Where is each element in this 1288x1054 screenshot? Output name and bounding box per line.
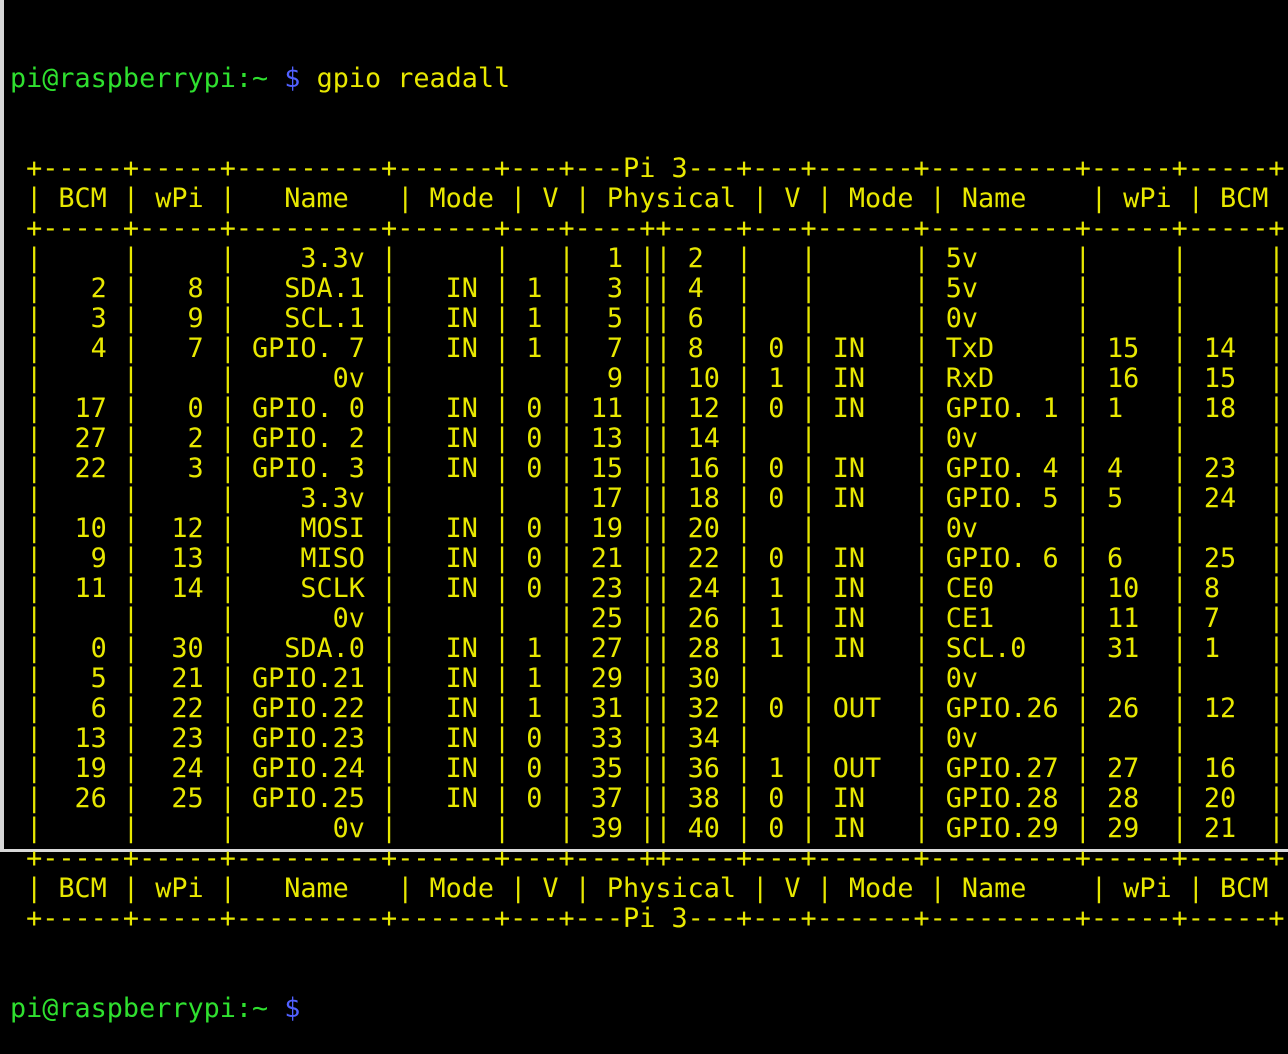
table-row: | 26 | 25 | GPIO.25 | IN | 0 | 37 || 38 … — [10, 783, 1285, 814]
table-row: | 17 | 0 | GPIO. 0 | IN | 0 | 11 || 12 |… — [10, 393, 1285, 424]
table-row: | 5 | 21 | GPIO.21 | IN | 1 | 29 || 30 |… — [10, 663, 1285, 694]
table-separator: +-----+-----+---------+------+---+----++… — [10, 843, 1285, 874]
current-prompt-line[interactable]: pi@raspberrypi:~ $ — [10, 994, 1288, 1024]
prompt-user-host: pi@raspberrypi — [10, 63, 236, 94]
table-separator: +-----+-----+---------+------+---+----++… — [10, 213, 1285, 244]
table-row: | 6 | 22 | GPIO.22 | IN | 1 | 31 || 32 |… — [10, 693, 1285, 724]
table-footer-header: | BCM | wPi | Name | Mode | V | Physical… — [10, 873, 1288, 904]
prompt-symbol: $ — [284, 63, 301, 94]
table-row: | 0 | 30 | SDA.0 | IN | 1 | 27 || 28 | 1… — [10, 633, 1285, 664]
command-prompt-line: pi@raspberrypi:~ $ gpio readall — [10, 64, 1288, 94]
table-border-bottom: +-----+-----+---------+------+---+---Pi … — [10, 903, 1285, 934]
table-header: | BCM | wPi | Name | Mode | V | Physical… — [10, 183, 1288, 214]
terminal-output[interactable]: pi@raspberrypi:~ $ gpio readall +-----+-… — [10, 4, 1288, 1054]
command-text: gpio readall — [316, 63, 511, 94]
table-row: | 2 | 8 | SDA.1 | IN | 1 | 3 || 4 | | | … — [10, 273, 1285, 304]
table-row: | 3 | 9 | SCL.1 | IN | 1 | 5 || 6 | | | … — [10, 303, 1285, 334]
table-row: | | | 3.3v | | | 1 || 2 | | | 5v | | | — [10, 243, 1285, 274]
table-row: | 13 | 23 | GPIO.23 | IN | 0 | 33 || 34 … — [10, 723, 1285, 754]
prompt-user-host: pi@raspberrypi — [10, 993, 236, 1024]
table-row: | | | 0v | | | 9 || 10 | 1 | IN | RxD | … — [10, 363, 1285, 394]
table-border-top: +-----+-----+---------+------+---+---Pi … — [10, 153, 1285, 184]
table-row: | 19 | 24 | GPIO.24 | IN | 0 | 35 || 36 … — [10, 753, 1285, 784]
prompt-path: :~ — [235, 993, 269, 1024]
table-row: | 11 | 14 | SCLK | IN | 0 | 23 || 24 | 1… — [10, 573, 1285, 604]
gpio-table: +-----+-----+---------+------+---+---Pi … — [10, 154, 1288, 934]
table-row: | 22 | 3 | GPIO. 3 | IN | 0 | 15 || 16 |… — [10, 453, 1285, 484]
table-row: | | | 0v | | | 39 || 40 | 0 | IN | GPIO.… — [10, 813, 1285, 844]
table-row: | 4 | 7 | GPIO. 7 | IN | 1 | 7 || 8 | 0 … — [10, 333, 1285, 364]
prompt-path: :~ — [235, 63, 269, 94]
window-left-border — [0, 0, 4, 852]
table-row: | 10 | 12 | MOSI | IN | 0 | 19 || 20 | |… — [10, 513, 1285, 544]
table-row: | 9 | 13 | MISO | IN | 0 | 21 || 22 | 0 … — [10, 543, 1285, 574]
table-row: | | | 0v | | | 25 || 26 | 1 | IN | CE1 |… — [10, 603, 1285, 634]
prompt-symbol: $ — [284, 993, 301, 1024]
table-row: | | | 3.3v | | | 17 || 18 | 0 | IN | GPI… — [10, 483, 1285, 514]
table-row: | 27 | 2 | GPIO. 2 | IN | 0 | 13 || 14 |… — [10, 423, 1285, 454]
